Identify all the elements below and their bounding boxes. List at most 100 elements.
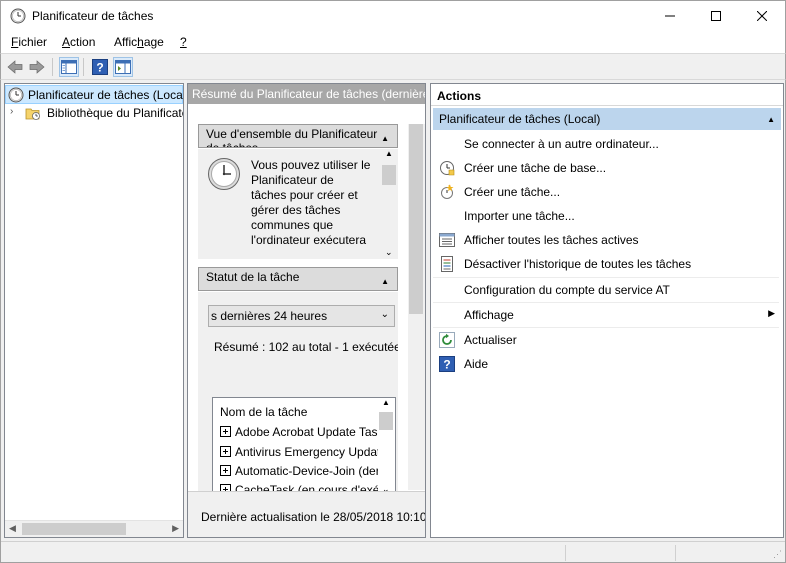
maximize-button[interactable] (693, 1, 739, 31)
chevron-down-icon[interactable]: ⌄ (381, 309, 389, 320)
summary-body: Vue d'ensemble du Planificateur de tâche… (188, 104, 425, 497)
action-disable-history[interactable]: Désactiver l'historique de toutes les tâ… (433, 252, 779, 276)
status-separator (675, 545, 676, 561)
action-label: Configuration du compte du service AT (464, 283, 670, 297)
action-show-active-tasks[interactable]: Afficher toutes les tâches actives (433, 228, 779, 252)
task-row[interactable]: Automatic-Device-Join (dernière (220, 464, 396, 478)
action-refresh[interactable]: Actualiser (433, 327, 779, 351)
period-dropdown[interactable]: s dernières 24 heures ⌄ (208, 305, 395, 327)
scroll-up-icon[interactable]: ▲ (382, 398, 390, 407)
action-affichage[interactable]: Affichage ▶ (433, 302, 779, 326)
window-title: Planificateur de tâches (32, 9, 154, 23)
action-label: Désactiver l'historique de toutes les tâ… (464, 257, 692, 271)
history-icon (439, 256, 455, 272)
actions-pane: Actions Planificateur de tâches (Local) … (430, 83, 784, 538)
minimize-button[interactable] (647, 1, 693, 31)
task-status-title: Statut de la tâche (206, 270, 300, 284)
summary-pane: Résumé du Planificateur de tâches (derni… (187, 83, 426, 538)
task-name: Automatic-Device-Join (dernière (235, 464, 396, 478)
overview-section-body: Vous pouvez utiliser le Planificateur de… (198, 149, 398, 259)
chevron-right-icon[interactable]: › (10, 106, 13, 117)
menu-fichier[interactable]: Fichier (11, 35, 47, 49)
scrollbar-thumb[interactable] (382, 165, 396, 185)
action-help[interactable]: ? Aide (433, 352, 779, 376)
svg-text:?: ? (96, 61, 103, 75)
action-label: Affichage (464, 308, 514, 322)
show-hide-console-tree-icon[interactable] (59, 57, 79, 77)
actions-group-header[interactable]: Planificateur de tâches (Local) ▲ (433, 108, 781, 130)
task-status-section-header[interactable]: Statut de la tâche ▲ (198, 267, 398, 291)
task-name: Adobe Acrobat Update Task (235, 425, 384, 439)
help-icon: ? (439, 356, 455, 372)
action-label: Actualiser (464, 333, 517, 347)
svg-text:?: ? (443, 358, 450, 372)
client-area: Planificateur de tâches (Local) › Biblio… (0, 80, 786, 563)
action-label: Aide (464, 357, 489, 371)
actions-title: Actions (431, 84, 783, 106)
tree-item-root[interactable]: Planificateur de tâches (Local) (5, 85, 183, 104)
summary-header: Résumé du Planificateur de tâches (derni… (188, 84, 425, 104)
menu-bar: Fichier Action Affichage ? (0, 31, 786, 53)
action-label: Afficher toutes les tâches actives (464, 233, 639, 247)
menu-action[interactable]: Action (62, 35, 95, 49)
menu-affichage[interactable]: Affichage (114, 35, 164, 49)
title-bar: Planificateur de tâches (0, 0, 786, 31)
action-import-task[interactable]: Importer une tâche... (433, 204, 779, 228)
action-create-task[interactable]: Créer une tâche... (433, 180, 779, 204)
actions-group-label: Planificateur de tâches (Local) (439, 112, 601, 126)
expand-plus-icon[interactable] (220, 465, 231, 476)
status-separator (565, 545, 566, 561)
scrollbar-thumb[interactable] (409, 124, 423, 314)
create-task-icon (439, 184, 455, 200)
folder-icon (25, 105, 41, 124)
action-at-service-account[interactable]: Configuration du compte du service AT (433, 277, 779, 301)
scrollbar-thumb[interactable] (379, 412, 393, 430)
tree-item-label: Bibliothèque du Planificateur de tâches (47, 106, 183, 120)
clock-icon (207, 157, 241, 194)
create-basic-task-icon (439, 160, 455, 176)
summary-scrollbar[interactable] (408, 124, 425, 490)
help-icon[interactable]: ? (90, 57, 110, 77)
console-tree: Planificateur de tâches (Local) › Biblio… (4, 83, 184, 538)
action-create-basic-task[interactable]: Créer une tâche de base... (433, 156, 779, 180)
overview-title: Vue d'ensemble du Planificateur de tâche… (206, 127, 378, 148)
back-arrow-icon[interactable] (5, 57, 25, 77)
task-list-scrollbar[interactable]: ▲ ⌄ (378, 398, 395, 496)
scroll-up-icon[interactable]: ▲ (385, 149, 393, 158)
resize-grip-icon[interactable]: ⋰ (773, 549, 782, 560)
forward-arrow-icon[interactable] (27, 57, 47, 77)
close-button[interactable] (739, 1, 785, 31)
tree-item-label: Planificateur de tâches (Local) (28, 88, 184, 102)
tree-item-library[interactable]: › Bibliothèque du Planificateur de tâche… (5, 104, 183, 123)
collapse-caret-icon[interactable]: ▲ (381, 275, 389, 289)
scroll-right-icon[interactable]: ▶ (172, 523, 179, 534)
task-row[interactable]: Antivirus Emergency Update (220, 445, 387, 459)
menu-help[interactable]: ? (180, 35, 187, 49)
task-name: Antivirus Emergency Update (235, 445, 388, 459)
task-list: Nom de la tâche Adobe Acrobat Update Tas… (212, 397, 396, 497)
show-hide-action-pane-icon[interactable] (113, 57, 133, 77)
scroll-down-icon[interactable]: ⌄ (385, 247, 393, 258)
horizontal-scrollbar[interactable]: ◀ ▶ (5, 520, 183, 537)
overview-scrollbar[interactable]: ▲ ⌄ (381, 149, 398, 259)
overview-section-header[interactable]: Vue d'ensemble du Planificateur de tâche… (198, 124, 398, 148)
toolbar: ? (0, 53, 786, 80)
status-bar: ⋰ (1, 541, 785, 562)
action-connect-other-computer[interactable]: Se connecter à un autre ordinateur... (433, 132, 779, 156)
expand-plus-icon[interactable] (220, 426, 231, 437)
action-label: Importer une tâche... (464, 209, 575, 223)
active-tasks-icon (439, 232, 455, 248)
collapse-caret-icon[interactable]: ▲ (381, 132, 389, 146)
collapse-caret-icon[interactable]: ▲ (767, 115, 775, 124)
task-column-header[interactable]: Nom de la tâche (220, 405, 307, 419)
action-label: Se connecter à un autre ordinateur... (464, 137, 659, 151)
expand-plus-icon[interactable] (220, 446, 231, 457)
period-selected-value: s dernières 24 heures (211, 309, 328, 323)
refresh-icon (439, 332, 455, 348)
clock-icon (10, 8, 26, 24)
task-row[interactable]: Adobe Acrobat Update Task (220, 425, 384, 439)
scroll-left-icon[interactable]: ◀ (9, 523, 16, 534)
action-label: Créer une tâche de base... (464, 161, 607, 175)
submenu-arrow-icon: ▶ (768, 308, 775, 318)
scrollbar-thumb[interactable] (22, 523, 126, 535)
